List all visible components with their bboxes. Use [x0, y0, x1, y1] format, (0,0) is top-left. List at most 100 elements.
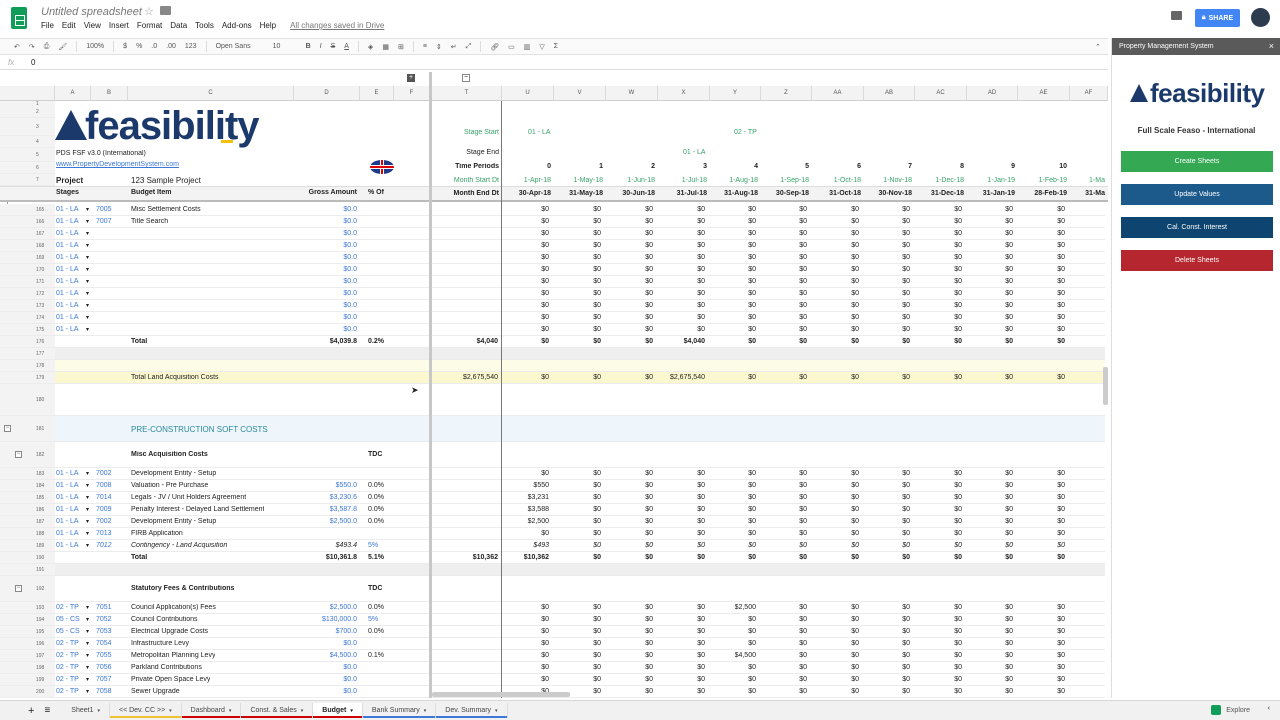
budget-item-cell[interactable]: Sewer Upgrade — [131, 688, 180, 695]
period-value-cell[interactable]: $0 — [915, 518, 962, 525]
period-value-cell[interactable]: $0 — [502, 676, 549, 683]
period-value-cell[interactable]: $0 — [502, 326, 549, 333]
dropdown-arrow-icon[interactable]: ▾ — [86, 530, 89, 537]
period-value-cell[interactable]: $0 — [554, 604, 601, 611]
period-value-cell[interactable]: $0 — [502, 278, 549, 285]
stage-cell[interactable]: 01 - LA — [56, 206, 79, 213]
period-value-cell[interactable]: $0 — [915, 640, 962, 647]
period-value-cell[interactable]: $0 — [812, 242, 859, 249]
period-value-cell[interactable]: $0 — [761, 278, 807, 285]
row-number[interactable]: 183 — [0, 468, 55, 480]
create-sheets-button[interactable]: Create Sheets — [1121, 151, 1273, 172]
period-value-cell[interactable]: $0 — [967, 676, 1013, 683]
period-value-cell[interactable]: $0 — [554, 254, 601, 261]
period-value-cell[interactable]: $0 — [658, 290, 705, 297]
period-value-cell[interactable]: $0 — [710, 482, 756, 489]
period-value-cell[interactable]: $0 — [967, 218, 1013, 225]
stage-cell[interactable]: 01 - LA — [56, 230, 79, 237]
period-value-cell[interactable]: $0 — [761, 230, 807, 237]
functions-button[interactable]: Σ — [554, 43, 558, 50]
code-cell[interactable]: 7053 — [96, 628, 112, 635]
period-value-cell[interactable]: $0 — [710, 326, 756, 333]
code-cell[interactable]: 7058 — [96, 688, 112, 695]
period-value-cell[interactable]: $0 — [606, 664, 653, 671]
period-value-cell[interactable]: $0 — [710, 302, 756, 309]
sheet-tab-dev-cc[interactable]: << Dev. CC >> ▾ — [109, 703, 182, 718]
column-header-z[interactable]: Z — [761, 86, 812, 101]
column-header-d[interactable]: D — [294, 86, 360, 101]
dropdown-arrow-icon[interactable]: ▾ — [86, 290, 89, 297]
budget-item-cell[interactable]: Parkland Contributions — [131, 664, 202, 671]
period-value-cell[interactable]: $0 — [1018, 230, 1065, 237]
period-value-cell[interactable]: $0 — [915, 230, 962, 237]
period-value-cell[interactable]: $0 — [761, 676, 807, 683]
period-value-cell[interactable]: $0 — [658, 266, 705, 273]
pct-cell[interactable]: 0.0% — [368, 506, 384, 513]
collapse-panel-icon[interactable]: ‹ — [1268, 705, 1270, 712]
period-value-cell[interactable]: $0 — [606, 266, 653, 273]
period-value-cell[interactable]: $493 — [502, 542, 549, 549]
stage-cell[interactable]: 01 - LA — [56, 254, 79, 261]
column-header-aa[interactable]: AA — [812, 86, 864, 101]
period-value-cell[interactable]: $0 — [864, 218, 910, 225]
merge-icon[interactable]: ⊞ — [398, 43, 404, 51]
align-icon[interactable]: ≡ — [423, 43, 427, 50]
period-value-cell[interactable]: $0 — [502, 338, 549, 345]
dropdown-arrow-icon[interactable]: ▾ — [86, 652, 89, 659]
period-value-cell[interactable]: $0 — [658, 530, 705, 537]
code-cell[interactable]: 7056 — [96, 664, 112, 671]
period-value-cell[interactable]: $0 — [1018, 616, 1065, 623]
gross-amount-cell[interactable]: $493.4 — [294, 542, 357, 549]
period-value-cell[interactable]: $0 — [812, 326, 859, 333]
column-header-y[interactable]: Y — [710, 86, 761, 101]
gross-amount-cell[interactable]: $0.0 — [294, 242, 357, 249]
period-value-cell[interactable]: $0 — [1018, 688, 1065, 695]
period-value-cell[interactable]: $0 — [658, 302, 705, 309]
period-value-cell[interactable]: $0 — [812, 266, 859, 273]
menu-item-file[interactable]: File — [41, 21, 54, 30]
period-value-cell[interactable]: $0 — [1018, 628, 1065, 635]
column-header-x[interactable]: X — [658, 86, 710, 101]
period-value-cell[interactable]: $0 — [915, 530, 962, 537]
period-value-cell[interactable]: $0 — [967, 688, 1013, 695]
strikethrough-button[interactable]: S — [331, 43, 336, 50]
period-value-cell[interactable]: $0 — [864, 254, 910, 261]
scrollbar-thumb[interactable] — [1103, 367, 1108, 405]
period-value-cell[interactable]: $0 — [710, 218, 756, 225]
delete-sheets-button[interactable]: Delete Sheets — [1121, 250, 1273, 271]
row-number[interactable]: 198 — [0, 662, 55, 674]
period-value-cell[interactable]: $0 — [761, 470, 807, 477]
gross-amount-cell[interactable]: $4,039.8 — [294, 338, 357, 345]
dropdown-arrow-icon[interactable]: ▾ — [86, 482, 89, 489]
period-value-cell[interactable]: $0 — [967, 206, 1013, 213]
period-value-cell[interactable]: $0 — [864, 374, 910, 381]
code-cell[interactable]: 7008 — [96, 482, 112, 489]
menu-item-tools[interactable]: Tools — [195, 21, 214, 30]
tab-menu-arrow-icon[interactable]: ▾ — [301, 708, 304, 714]
period-value-cell[interactable]: $0 — [710, 530, 756, 537]
pct-cell[interactable]: TDC — [368, 585, 382, 592]
row-number[interactable]: 197 — [0, 650, 55, 662]
tab-menu-arrow-icon[interactable]: ▾ — [169, 708, 172, 714]
number-format-button[interactable]: 123 — [185, 43, 197, 50]
period-value-cell[interactable]: $0 — [658, 218, 705, 225]
period-value-cell[interactable]: $0 — [710, 254, 756, 261]
row-number[interactable]: 171 — [0, 276, 55, 288]
period-value-cell[interactable]: $0 — [1018, 664, 1065, 671]
gross-amount-cell[interactable]: $0.0 — [294, 688, 357, 695]
period-value-cell[interactable]: $0 — [658, 506, 705, 513]
stage-cell[interactable]: 02 - TP — [56, 652, 79, 659]
budget-item-cell[interactable]: Total Land Acquisition Costs — [131, 374, 219, 381]
saved-status[interactable]: All changes saved in Drive — [290, 21, 384, 30]
t-total-cell[interactable]: $2,675,540 — [432, 374, 498, 381]
gross-amount-cell[interactable]: $0.0 — [294, 206, 357, 213]
dropdown-arrow-icon[interactable]: ▾ — [86, 266, 89, 273]
period-value-cell[interactable]: $0 — [606, 676, 653, 683]
period-value-cell[interactable]: $0 — [658, 278, 705, 285]
period-value-cell[interactable]: $0 — [658, 494, 705, 501]
period-value-cell[interactable]: $0 — [554, 278, 601, 285]
cal-const-interest-button[interactable]: Cal. Const. Interest — [1121, 217, 1273, 238]
period-value-cell[interactable]: $0 — [1018, 652, 1065, 659]
period-value-cell[interactable]: $0 — [606, 254, 653, 261]
gross-amount-cell[interactable]: $4,500.0 — [294, 652, 357, 659]
